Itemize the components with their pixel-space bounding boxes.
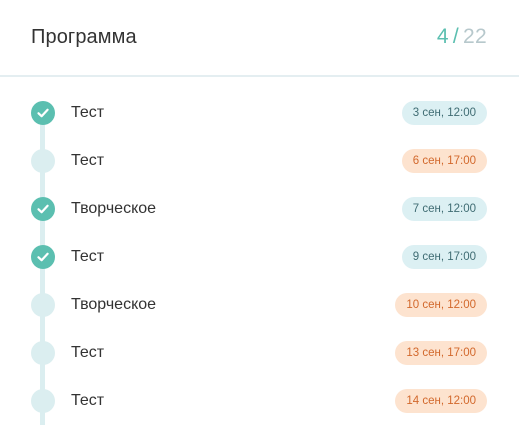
pending-dot-icon bbox=[31, 389, 55, 413]
date-badge: 14 сен, 12:00 bbox=[395, 389, 487, 413]
progress-separator: / bbox=[452, 25, 460, 48]
check-icon bbox=[31, 101, 55, 125]
progress-counter: 4/22 bbox=[437, 25, 487, 49]
list-item[interactable]: Тест 6 сен, 17:00 bbox=[0, 146, 519, 176]
list-item-label: Тест bbox=[71, 248, 105, 265]
list-item[interactable]: Тест 9 сен, 17:00 bbox=[0, 242, 519, 272]
list-item[interactable]: Тест 14 сен, 12:00 bbox=[0, 386, 519, 416]
list-item-label: Тест bbox=[71, 104, 105, 121]
check-icon bbox=[31, 245, 55, 269]
list-item-label: Творческое bbox=[71, 200, 157, 217]
date-badge: 6 сен, 17:00 bbox=[401, 149, 487, 173]
pending-dot-icon bbox=[31, 341, 55, 365]
date-badge: 10 сен, 12:00 bbox=[395, 293, 487, 317]
progress-done: 4 bbox=[436, 25, 449, 48]
list-item-label: Тест bbox=[71, 344, 105, 361]
pending-dot-icon bbox=[31, 293, 55, 317]
date-badge: 3 сен, 12:00 bbox=[401, 101, 487, 125]
list-item-label: Творческое bbox=[71, 296, 157, 313]
list-item[interactable]: Творческое 7 сен, 12:00 bbox=[0, 194, 519, 224]
list-item[interactable]: Тест 3 сен, 12:00 bbox=[0, 98, 519, 128]
date-badge: 7 сен, 12:00 bbox=[401, 197, 487, 221]
list-item-label: Тест bbox=[71, 152, 105, 169]
program-card: Программа 4/22 Тест 3 сен, 12:00 Тест 6 сен… bbox=[0, 0, 519, 425]
date-badge: 13 сен, 17:00 bbox=[395, 341, 487, 365]
check-icon bbox=[31, 197, 55, 221]
list-item[interactable]: Тест 13 сен, 17:00 bbox=[0, 338, 519, 368]
pending-dot-icon bbox=[31, 149, 55, 173]
list-item[interactable]: Творческое 10 сен, 12:00 bbox=[0, 290, 519, 320]
program-header: Программа 4/22 bbox=[0, 0, 519, 77]
page-title: Программа bbox=[31, 26, 137, 48]
list-item-label: Тест bbox=[71, 392, 105, 409]
date-badge: 9 сен, 17:00 bbox=[401, 245, 487, 269]
progress-total: 22 bbox=[463, 25, 487, 48]
